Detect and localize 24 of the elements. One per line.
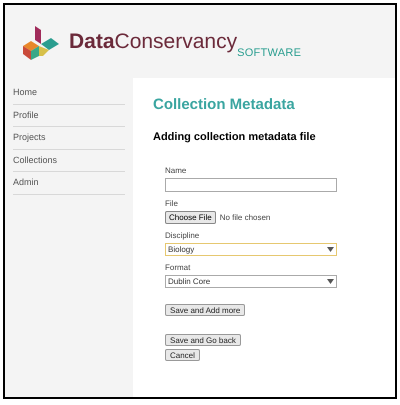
logo-icon bbox=[21, 24, 61, 60]
nav-link[interactable]: Home bbox=[13, 87, 38, 97]
field-label: Name bbox=[165, 165, 186, 177]
caret-icon bbox=[327, 247, 334, 252]
brand-subtitle: SOFTWARE bbox=[237, 46, 302, 61]
field-label: File bbox=[165, 198, 178, 210]
form-button[interactable]: Save and Add more bbox=[165, 304, 246, 316]
form-button[interactable]: Save and Go back bbox=[165, 334, 241, 346]
choose-file-button[interactable]: Choose File bbox=[165, 211, 216, 224]
form-button[interactable]: Cancel bbox=[165, 349, 200, 361]
field-label: Discipline bbox=[165, 230, 200, 242]
page-subtitle: Adding collection metadata file bbox=[153, 130, 317, 144]
field-label: Format bbox=[165, 262, 190, 274]
caret-icon bbox=[327, 279, 334, 284]
nav-link[interactable]: Collections bbox=[13, 154, 58, 164]
nav-link[interactable]: Admin bbox=[13, 177, 39, 187]
nav-link[interactable]: Projects bbox=[13, 132, 46, 142]
dropdown[interactable]: Biology bbox=[165, 243, 337, 256]
page-title: Collection Metadata bbox=[153, 95, 296, 115]
file-status: No file chosen bbox=[220, 212, 270, 224]
nav-link[interactable]: Profile bbox=[13, 110, 39, 120]
name-field[interactable] bbox=[165, 178, 337, 192]
dropdown[interactable]: Dublin Core bbox=[165, 275, 337, 288]
brand-name: DataConservancy bbox=[69, 28, 238, 55]
